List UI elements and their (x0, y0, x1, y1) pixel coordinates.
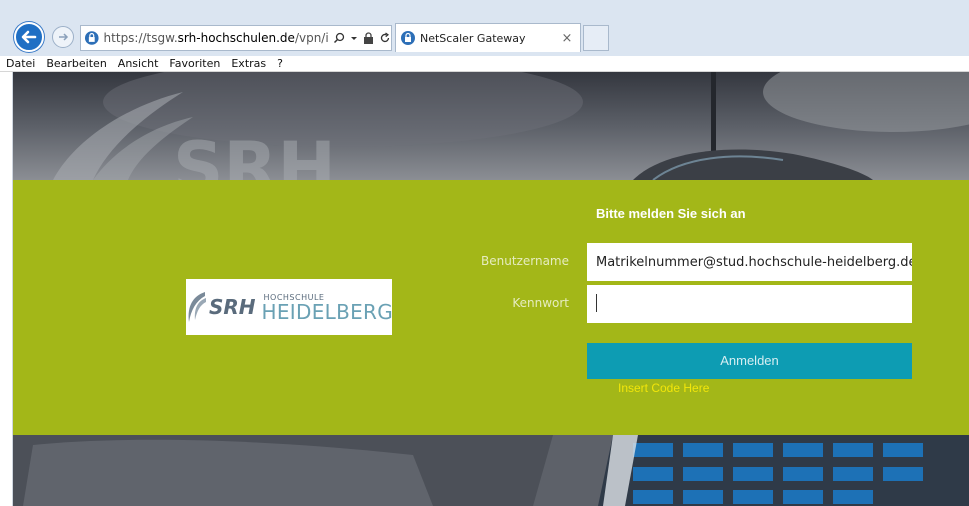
logo-srh-text: SRH (208, 295, 256, 319)
refresh-icon[interactable] (379, 32, 391, 44)
menu-favoriten[interactable]: Favoriten (169, 57, 220, 70)
tab-title: NetScaler Gateway (420, 31, 526, 45)
username-label: Benutzername (481, 254, 569, 268)
menu-bar: Datei Bearbeiten Ansicht Favoriten Extra… (0, 56, 969, 72)
building-photo-art (13, 435, 969, 506)
forward-arrow-icon (59, 33, 69, 41)
forward-button[interactable] (52, 26, 74, 48)
background-photo-art: SRH (13, 72, 969, 180)
back-arrow-icon (21, 30, 37, 44)
new-tab-button[interactable] (583, 25, 609, 51)
menu-help[interactable]: ? (277, 57, 283, 70)
back-button[interactable] (14, 22, 44, 52)
menu-extras[interactable]: Extras (231, 57, 266, 70)
password-input[interactable] (587, 285, 912, 323)
logo-heidelberg-text: HEIDELBERG (261, 299, 394, 324)
tab-netscaler-gateway[interactable]: NetScaler Gateway × (395, 23, 581, 52)
tab-close-button[interactable]: × (558, 31, 576, 46)
menu-ansicht[interactable]: Ansicht (118, 57, 159, 70)
menu-bearbeiten[interactable]: Bearbeiten (46, 57, 106, 70)
srh-swoosh-icon (188, 292, 206, 322)
menu-datei[interactable]: Datei (6, 57, 35, 70)
insert-code-text: Insert Code Here (618, 381, 710, 395)
citrix-site-icon (401, 31, 415, 45)
background-photo-bottom (13, 435, 969, 506)
username-input[interactable] (587, 243, 912, 281)
password-label: Kennwort (512, 296, 569, 310)
lock-icon[interactable] (363, 32, 374, 44)
text-cursor (596, 294, 597, 312)
srh-heidelberg-logo: SRH HOCHSCHULE HEIDELBERG (186, 279, 394, 335)
chevron-down-icon[interactable] (350, 34, 358, 42)
login-heading: Bitte melden Sie sich an (596, 206, 746, 221)
url-path: /vpn/index.h (294, 31, 329, 45)
url-text[interactable]: https://tsgw.srh-hochschulen.de/vpn/inde… (104, 31, 329, 45)
background-photo-top: SRH (13, 72, 969, 180)
page-left-edge (0, 72, 13, 506)
citrix-site-icon (84, 31, 99, 45)
address-bar[interactable]: https://tsgw.srh-hochschulen.de/vpn/inde… (80, 25, 392, 51)
search-icon[interactable] (333, 32, 345, 44)
url-prefix: https://tsgw. (103, 31, 178, 45)
url-domain: srh-hochschulen.de (177, 31, 295, 45)
login-button[interactable]: Anmelden (587, 343, 912, 379)
svg-text:SRH: SRH (173, 127, 336, 180)
